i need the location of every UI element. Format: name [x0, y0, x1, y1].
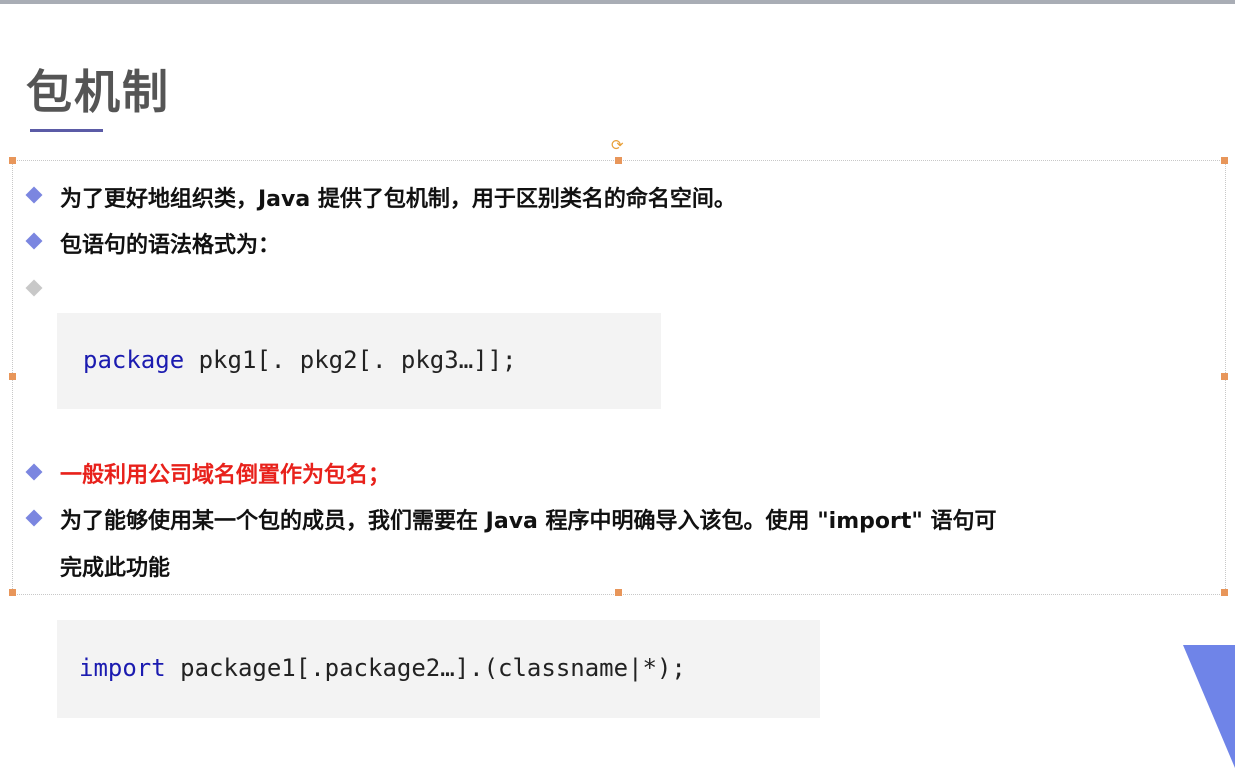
resize-handle[interactable] — [9, 589, 16, 596]
code-block-import: import package1[.package2…].(classname|*… — [57, 620, 820, 718]
resize-handle[interactable] — [1221, 157, 1228, 164]
resize-handle[interactable] — [9, 373, 16, 380]
code-block-package: package pkg1[. pkg2[. pkg3…]]; — [57, 313, 661, 409]
bullet-text: 为了更好地组织类，Java 提供了包机制，用于区别类名的命名空间。 — [60, 187, 736, 212]
title-underline — [30, 129, 103, 132]
slide-title: 包机制 — [26, 65, 170, 119]
top-bar — [0, 0, 1235, 4]
resize-handle[interactable] — [615, 157, 622, 164]
code-text: package1[.package2…].(classname|*); — [165, 654, 686, 682]
resize-handle[interactable] — [1221, 373, 1228, 380]
rotate-handle-icon[interactable]: ⟳ — [611, 136, 624, 154]
code-text: pkg1[. pkg2[. pkg3…]]; — [184, 346, 517, 374]
bullet-text-highlight: 一般利用公司域名倒置作为包名； — [60, 463, 391, 488]
bullet-text: 包语句的语法格式为： — [60, 233, 281, 258]
bullet-text-continued: 完成此功能 — [60, 556, 171, 581]
decorative-triangle — [1183, 645, 1235, 768]
resize-handle[interactable] — [9, 157, 16, 164]
code-keyword: import — [79, 654, 166, 682]
code-keyword: package — [83, 346, 185, 374]
resize-handle[interactable] — [615, 589, 622, 596]
resize-handle[interactable] — [1221, 589, 1228, 596]
bullet-text: 为了能够使用某一个包的成员，我们需要在 Java 程序中明确导入该包。使用 "i… — [60, 509, 997, 534]
